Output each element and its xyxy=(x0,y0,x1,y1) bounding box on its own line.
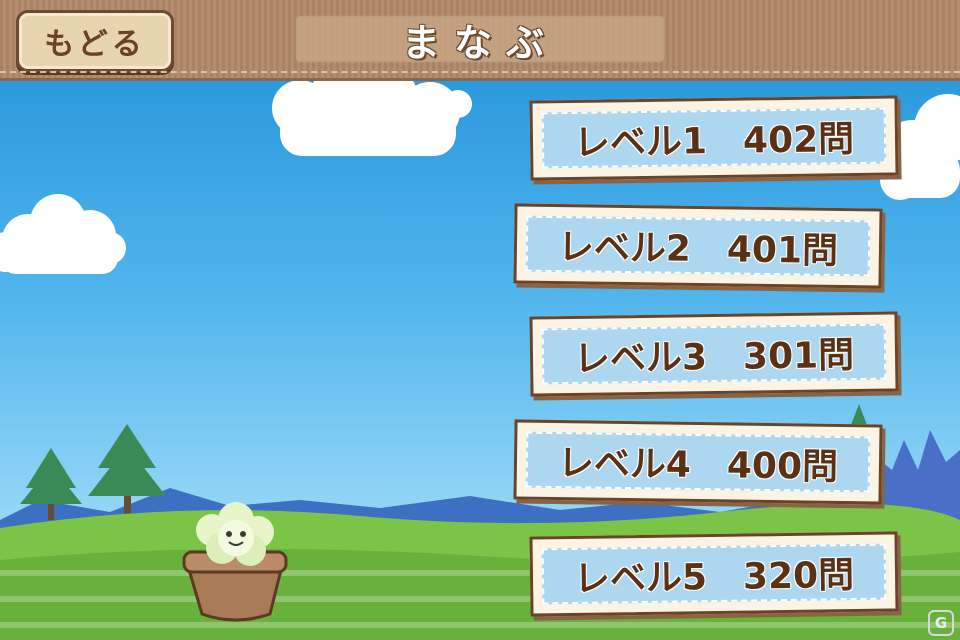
level-5-button[interactable]: レベル5 320問 xyxy=(529,531,899,617)
page-title: まなぶ xyxy=(401,20,558,65)
level-4-name: レベル4 xyxy=(557,443,692,486)
level-3-panel: レベル3 301問 xyxy=(541,323,887,385)
level-2-name: レベル2 xyxy=(557,227,692,270)
game-scene: もどる まなぶ レベル1 402問 レベル2 401問 レベル3 301問 レベ… xyxy=(0,0,960,640)
level-2-button[interactable]: レベル2 401問 xyxy=(513,203,883,289)
level-1-question-count: 402問 xyxy=(742,119,855,162)
header-bar: もどる まなぶ xyxy=(0,0,960,81)
g-logo-icon: G xyxy=(928,610,954,636)
level-4-question-count: 400問 xyxy=(726,445,839,488)
level-4-panel: レベル4 400問 xyxy=(525,431,871,493)
level-3-name: レベル3 xyxy=(573,337,708,380)
level-4-button[interactable]: レベル4 400問 xyxy=(513,419,883,505)
level-1-panel: レベル1 402問 xyxy=(541,107,887,169)
level-3-button[interactable]: レベル3 301問 xyxy=(529,311,899,397)
level-3-question-count: 301問 xyxy=(742,335,855,378)
back-button[interactable]: もどる xyxy=(16,10,174,72)
level-5-name: レベル5 xyxy=(573,557,708,600)
level-2-panel: レベル2 401問 xyxy=(525,215,871,277)
level-5-panel: レベル5 320問 xyxy=(541,543,887,605)
level-1-name: レベル1 xyxy=(573,121,708,164)
level-2-question-count: 401問 xyxy=(726,229,839,272)
level-5-question-count: 320問 xyxy=(742,555,855,598)
cloud-left xyxy=(0,194,126,274)
level-1-button[interactable]: レベル1 402問 xyxy=(529,95,899,181)
